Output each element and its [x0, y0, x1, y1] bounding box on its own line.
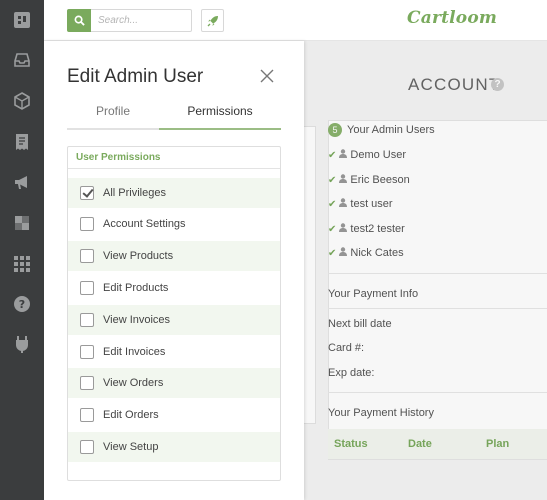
- column-header-date[interactable]: Date: [408, 438, 432, 450]
- search-button[interactable]: [67, 9, 91, 32]
- permission-checkbox[interactable]: [80, 281, 94, 295]
- next-bill-date-label: Next bill date: [328, 318, 392, 330]
- permission-row[interactable]: View Setup: [68, 432, 280, 462]
- check-icon: ✔: [328, 149, 337, 161]
- permission-label: Edit Products: [103, 282, 169, 294]
- admin-users-heading: 5 Your Admin Users: [328, 123, 435, 137]
- permission-checkbox[interactable]: [80, 249, 94, 263]
- permission-checkbox[interactable]: [80, 186, 94, 200]
- permission-label: Account Settings: [103, 218, 186, 230]
- user-icon: [339, 247, 348, 259]
- admin-user-item[interactable]: ✔ Demo User: [328, 149, 406, 161]
- launch-button[interactable]: [201, 9, 224, 32]
- user-name: test2 tester: [350, 223, 405, 235]
- grid-icon[interactable]: [13, 255, 31, 273]
- tab-profile[interactable]: Profile: [67, 101, 159, 130]
- receipt-icon[interactable]: [13, 133, 31, 151]
- permission-label: All Privileges: [103, 187, 166, 199]
- divider: [328, 308, 547, 309]
- help-icon[interactable]: ?: [13, 295, 31, 313]
- permission-row[interactable]: Edit Products: [68, 273, 280, 303]
- search-input[interactable]: [91, 9, 192, 32]
- modal-title: Edit Admin User: [67, 66, 204, 87]
- check-icon: ✔: [328, 247, 337, 259]
- app-root: ? Cartloom ACCOUNT ? 5 Your Admin Users …: [0, 0, 547, 500]
- permissions-panel: User Permissions All Privileges Account S…: [67, 146, 281, 481]
- page-title: ACCOUNT: [408, 75, 501, 94]
- user-count-badge: 5: [328, 123, 342, 137]
- check-icon: ✔: [328, 223, 337, 235]
- column-header-plan[interactable]: Plan: [486, 438, 509, 450]
- permission-label: Edit Orders: [103, 409, 159, 421]
- permission-label: View Orders: [103, 377, 164, 389]
- permission-checkbox[interactable]: [80, 440, 94, 454]
- close-button[interactable]: [260, 69, 276, 85]
- permission-label: View Invoices: [103, 314, 171, 326]
- permission-row[interactable]: All Privileges: [68, 178, 280, 208]
- account-page: ACCOUNT ? 5 Your Admin Users ✔ Demo User …: [304, 41, 547, 500]
- user-name: Nick Cates: [350, 247, 404, 259]
- payment-info-heading: Your Payment Info: [328, 288, 419, 300]
- permission-row[interactable]: View Invoices: [68, 305, 280, 335]
- dashboard-icon[interactable]: [13, 11, 31, 29]
- brand-logo[interactable]: Cartloom: [407, 8, 497, 28]
- admin-user-item[interactable]: ✔ test user: [328, 198, 393, 210]
- permission-checkbox[interactable]: [80, 217, 94, 231]
- card-number-label: Card #:: [328, 342, 365, 354]
- permission-checkbox[interactable]: [80, 408, 94, 422]
- close-icon: [260, 69, 274, 83]
- permission-checkbox[interactable]: [80, 376, 94, 390]
- user-icon: [339, 198, 348, 210]
- permissions-heading: User Permissions: [68, 147, 280, 169]
- user-icon: [339, 149, 348, 161]
- layers-icon[interactable]: [13, 214, 31, 232]
- divider: [328, 392, 547, 393]
- megaphone-icon[interactable]: [13, 173, 31, 191]
- permission-checkbox[interactable]: [80, 313, 94, 327]
- user-icon: [339, 174, 348, 186]
- top-bar: Cartloom: [44, 0, 547, 41]
- box-icon[interactable]: [13, 92, 31, 110]
- user-name: test user: [350, 198, 393, 210]
- user-name: Demo User: [350, 149, 407, 161]
- permission-row[interactable]: Account Settings: [68, 209, 280, 239]
- admin-user-item[interactable]: ✔ Eric Beeson: [328, 174, 410, 186]
- exp-date-label: Exp date:: [328, 367, 375, 379]
- svg-text:?: ?: [19, 298, 25, 311]
- permission-row[interactable]: View Products: [68, 241, 280, 271]
- edit-admin-user-modal: Edit Admin User Profile Permissions User…: [44, 41, 304, 500]
- plugin-icon[interactable]: [13, 335, 31, 353]
- rocket-icon: [207, 15, 218, 26]
- permission-checkbox[interactable]: [80, 345, 94, 359]
- permission-label: View Setup: [103, 441, 159, 453]
- admin-user-item[interactable]: ✔ Nick Cates: [328, 247, 404, 259]
- permission-row[interactable]: Edit Orders: [68, 400, 280, 430]
- help-circle-icon[interactable]: ?: [491, 78, 504, 91]
- tab-permissions[interactable]: Permissions: [159, 101, 281, 130]
- payment-history-heading: Your Payment History: [328, 407, 434, 419]
- left-sidebar: ?: [0, 0, 44, 500]
- permission-row[interactable]: View Orders: [68, 368, 280, 398]
- permission-label: View Products: [103, 250, 174, 262]
- column-header-status[interactable]: Status: [334, 438, 368, 450]
- divider: [328, 273, 547, 274]
- check-icon: ✔: [328, 174, 337, 186]
- search-icon: [74, 15, 85, 26]
- permission-row[interactable]: Edit Invoices: [68, 337, 280, 367]
- permission-label: Edit Invoices: [103, 346, 166, 358]
- admin-user-item[interactable]: ✔ test2 tester: [328, 223, 405, 235]
- inbox-icon[interactable]: [13, 51, 31, 69]
- check-icon: ✔: [328, 198, 337, 210]
- user-name: Eric Beeson: [350, 174, 410, 186]
- admin-users-title: Your Admin Users: [347, 124, 435, 136]
- user-icon: [339, 223, 348, 235]
